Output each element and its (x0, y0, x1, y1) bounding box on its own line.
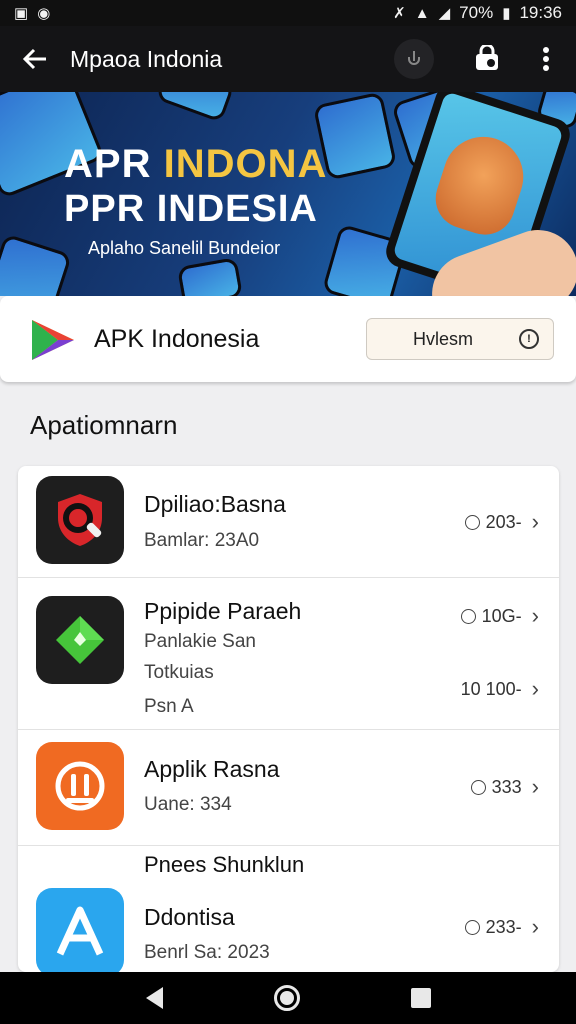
chevron-right-icon: › (531, 603, 539, 628)
app-subtitle: Panlakie San (144, 631, 256, 652)
battery-icon: ▮ (502, 4, 511, 22)
mute-icon: ✗ (393, 4, 406, 22)
app-meta-value: 10 100- (460, 678, 522, 699)
app-subtitle: Benrl Sa: 2023 (144, 942, 270, 963)
brand-action-button[interactable]: Hvlesm ! (366, 318, 554, 360)
nav-back-icon[interactable] (145, 987, 163, 1009)
list-item[interactable]: Ppipide Paraeh Panlakie San Totkuias Psn… (18, 578, 559, 730)
app-title: Ppipide Paraeh (144, 598, 302, 624)
info-icon: ! (519, 329, 539, 349)
magnifier-icon (36, 476, 124, 564)
more-options-button[interactable] (528, 37, 564, 81)
banner-phone-image (176, 257, 244, 296)
mic-button[interactable] (394, 39, 434, 79)
app-list: Dpiliao:Basna Bamlar: 23A0 203- › Ppipid… (18, 466, 559, 972)
chevron-right-icon: › (531, 676, 539, 701)
app-title: Mpaoa Indonia (70, 45, 223, 72)
banner-subtitle: Aplaho Sanelil Bundeior (88, 238, 281, 258)
notification-icon: ▣ (14, 4, 29, 22)
kebab-menu-icon (543, 47, 549, 71)
back-button[interactable] (0, 26, 70, 92)
app-title: Applik Rasna (144, 756, 280, 782)
signal-icon: ◢ (438, 4, 451, 22)
banner-title-accent-word: INDONA (163, 142, 328, 186)
chevron-right-icon: › (531, 509, 539, 534)
app-bar: Mpaoa Indonia (0, 26, 576, 92)
nav-home-icon[interactable] (273, 985, 300, 1011)
brand-action-label: Hvlesm (413, 328, 474, 349)
app-subtitle: Totkuias (144, 662, 214, 683)
cartoon-creature-image (427, 126, 534, 243)
nav-home-dot (279, 991, 294, 1005)
banner-phone-image (155, 92, 235, 123)
wifi-icon: ▲ (414, 4, 430, 22)
diamond-icon (36, 596, 124, 684)
banner-title-line-1: APR INDONA (64, 142, 327, 187)
mic-icon (408, 51, 420, 65)
app-meta: 233- › (464, 914, 539, 940)
clock-icon (470, 779, 486, 795)
app-meta: 203- › (464, 509, 539, 535)
app-meta-value: 10G- (481, 605, 522, 626)
battery-percent: 70% (459, 3, 494, 22)
brand-name: APK Indonesia (94, 324, 260, 353)
status-bar: ▣ ◉ ✗ ▲ ◢ 70% ▮ 19:36 (0, 0, 576, 26)
promo-banner[interactable]: APR INDONA PPR INDESIA Aplaho Sanelil Bu… (0, 92, 576, 296)
app-meta-value: 233- (485, 916, 522, 937)
clock-icon (460, 608, 476, 624)
chevron-right-icon: › (531, 914, 539, 939)
brand-card: APK Indonesia Hvlesm ! (0, 296, 576, 382)
app-subtitle: Uane: 334 (144, 794, 232, 815)
arrow-left-icon (22, 48, 46, 70)
banner-phone-image (0, 233, 73, 296)
screen: ▣ ◉ ✗ ▲ ◢ 70% ▮ 19:36 Mpaoa Indonia APR … (0, 0, 576, 1024)
app-title: Ddontisa (144, 904, 235, 930)
lock-share-icon (476, 45, 498, 70)
banner-title-line-2: PPR INDESIA (64, 188, 318, 230)
app-title: Dpiliao:Basna (144, 491, 286, 517)
list-item[interactable]: Ddontisa Benrl Sa: 2023 233- › (18, 882, 559, 972)
clock-icon (464, 514, 480, 530)
app-meta-secondary: 10 100- › (461, 676, 539, 702)
app-meta: 10G- › (460, 603, 539, 629)
app-meta: 333 › (470, 774, 539, 800)
list-item[interactable]: Applik Rasna Uane: 334 333 › (18, 730, 559, 846)
list-section-header-label: Pnees Shunklun (144, 852, 305, 877)
letter-a-icon (36, 888, 124, 972)
play-logo-icon (32, 320, 74, 360)
app-subtitle: Bamlar: 23A0 (144, 530, 260, 551)
tools-icon (36, 742, 124, 830)
list-item[interactable]: Dpiliao:Basna Bamlar: 23A0 203- › (18, 466, 559, 578)
section-title: Apatiomnarn (30, 410, 178, 440)
app-subtitle: Psn A (144, 696, 194, 717)
clock: 19:36 (519, 3, 562, 22)
nav-recents-icon[interactable] (410, 988, 431, 1008)
system-nav-bar (0, 972, 576, 1024)
banner-title-word: APR (64, 142, 164, 186)
app-meta-value: 203- (485, 511, 522, 532)
clock-icon (464, 919, 480, 935)
chevron-right-icon: › (531, 774, 539, 799)
share-button[interactable] (466, 37, 510, 81)
app-meta-value: 333 (491, 776, 522, 797)
camera-notification-icon: ◉ (37, 4, 51, 22)
list-section-header: Pnees Shunklun (18, 846, 559, 882)
